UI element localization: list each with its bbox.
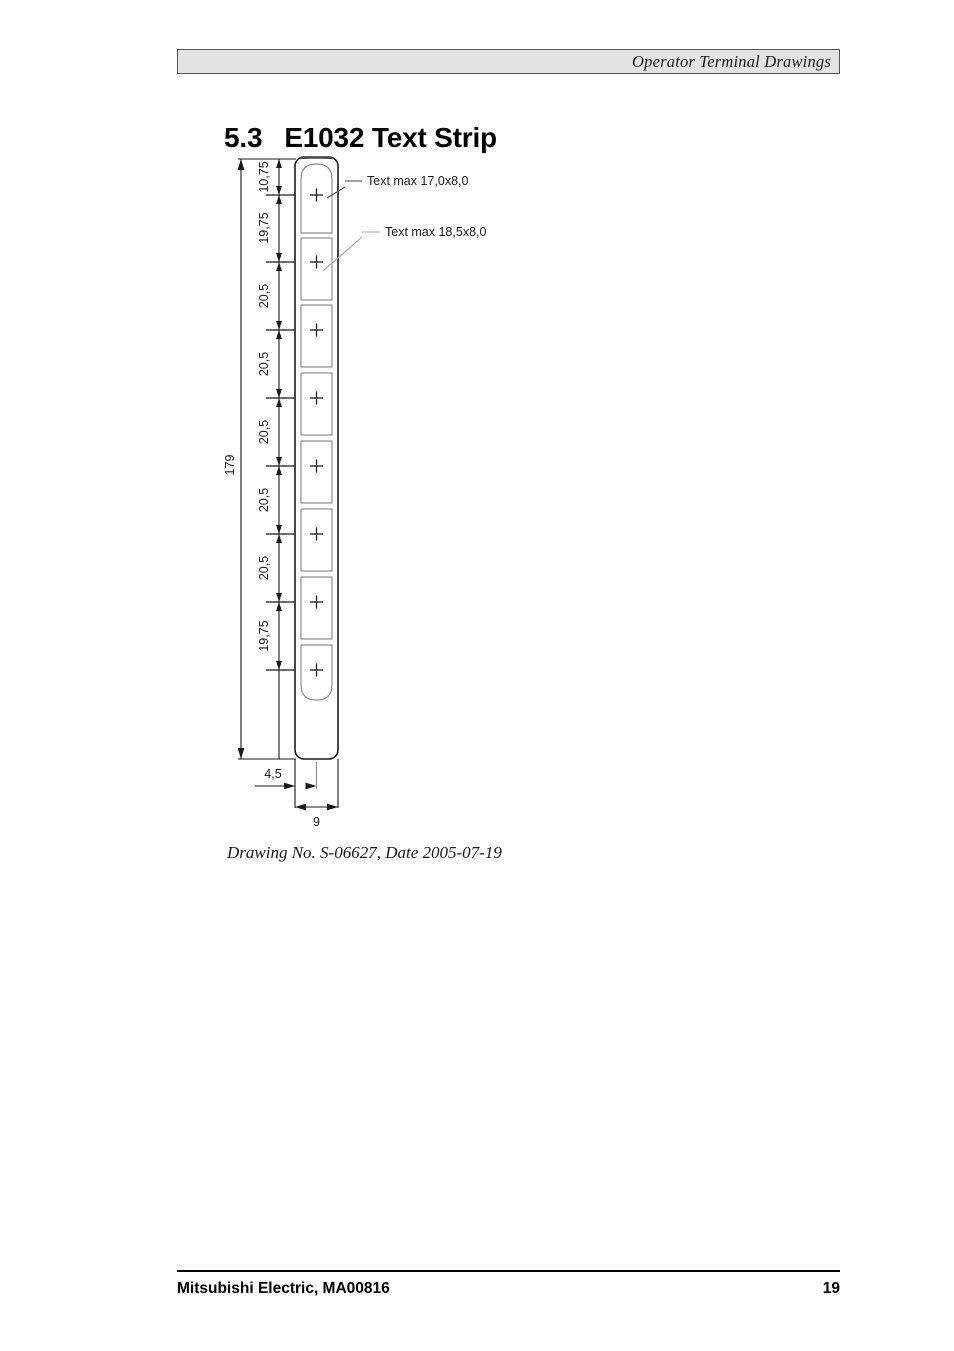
horizontal-dimension-label-9: 9 <box>313 815 320 828</box>
vertical-dimension-label-5: 20,5 <box>257 420 271 444</box>
footer-page-number: 19 <box>822 1280 840 1297</box>
annotation-label-inner-cell: Text max 18,5x8,0 <box>385 225 486 239</box>
dim-arrow-4-5-left <box>284 782 295 790</box>
chain-arrow-8a <box>276 661 282 670</box>
overall-arrow-top <box>237 159 245 170</box>
running-header-bar: Operator Terminal Drawings <box>177 49 840 74</box>
overall-arrow-bottom <box>237 748 245 759</box>
vertical-dimension-label-1: 10,75 <box>257 161 271 192</box>
vertical-dimension-label-6: 20,5 <box>257 488 271 512</box>
chain-arrow-3b <box>276 330 282 339</box>
running-header-title: Operator Terminal Drawings <box>632 52 831 71</box>
chain-arrow-3a <box>276 321 282 330</box>
overall-dimension-group <box>238 158 296 760</box>
vertical-dimension-label-7: 20,5 <box>257 556 271 580</box>
chain-arrow-2b <box>276 262 282 271</box>
chain-arrow-7b <box>276 602 282 611</box>
chain-arrow-7a <box>276 593 282 602</box>
page-footer: Mitsubishi Electric, MA00816 19 <box>177 1270 840 1306</box>
vertical-dimension-label-2: 19,75 <box>257 212 271 243</box>
vertical-dimension-label-8: 19,75 <box>257 620 271 651</box>
dim-arrow-4-5-right <box>305 782 317 790</box>
text-strip-drawing-svg: 179 10,75 19,75 20,5 20,5 20,5 20,5 20,5… <box>223 156 486 828</box>
annotation-label-top-cell: Text max 17,0x8,0 <box>367 174 468 188</box>
vertical-dimension-label-3: 20,5 <box>257 284 271 308</box>
chain-arrow-start <box>276 159 282 168</box>
chain-arrow-4a <box>276 389 282 398</box>
footer-company: Mitsubishi Electric, MA00816 <box>177 1280 390 1297</box>
chain-arrow-1b <box>276 195 282 204</box>
chain-arrow-6a <box>276 525 282 534</box>
chain-arrow-2a <box>276 253 282 262</box>
strip-cell-2 <box>300 237 333 301</box>
technical-drawing: 179 10,75 19,75 20,5 20,5 20,5 20,5 20,5… <box>210 148 770 828</box>
chain-arrow-5b <box>276 466 282 475</box>
dim-arrow-9-left <box>295 803 306 811</box>
chain-arrow-6b <box>276 534 282 543</box>
horizontal-dimension-label-4-5: 4,5 <box>264 767 281 781</box>
overall-dimension-label: 179 <box>223 455 237 476</box>
bottom-extension-lines <box>294 759 339 808</box>
chain-arrow-4b <box>276 398 282 407</box>
chain-arrow-5a <box>276 457 282 466</box>
drawing-caption: Drawing No. S-06627, Date 2005-07-19 <box>227 843 502 862</box>
dim-arrow-9-right <box>327 803 338 811</box>
vertical-dimension-label-4: 20,5 <box>257 352 271 376</box>
chain-arrow-1a <box>276 186 282 195</box>
